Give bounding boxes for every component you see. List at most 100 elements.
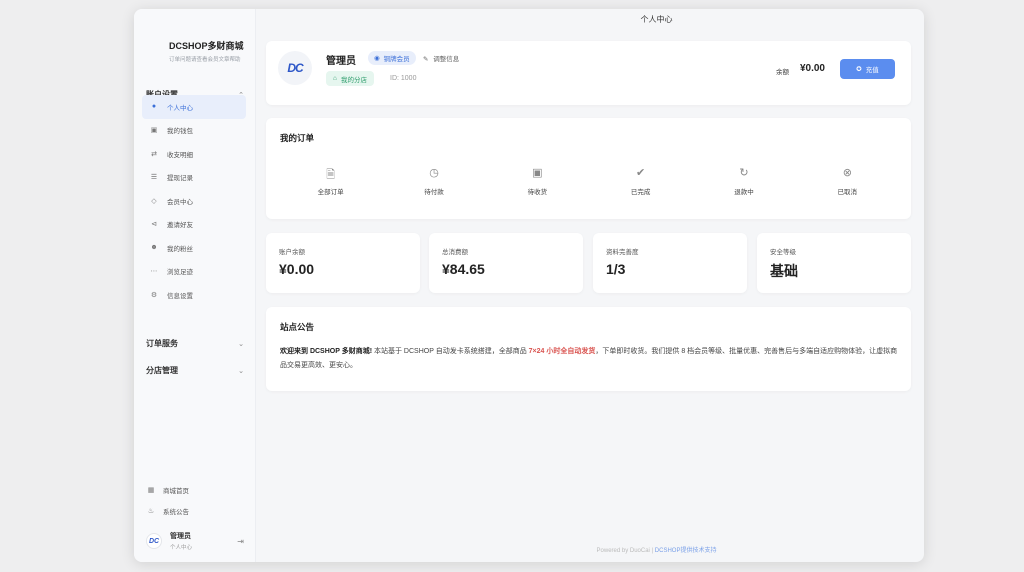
app-window: 个人中心 DCSHOP多财商城 订单问题请查看会员文章帮助 账户设置 ⌃ ● 个… [134, 9, 924, 562]
orders-card: 我的订单 🗎 全部订单 ◷ 待付款 ▣ 待收货 ✔ 已完成 ↻ 退款中 ⊗ 已取… [266, 118, 911, 219]
notice-title: 站点公告 [280, 322, 315, 332]
footprint-icon: ⋯ [150, 268, 158, 276]
stat-card-profile-completion: 资料完善度 1/3 [593, 233, 747, 293]
refresh-icon: ↻ [739, 167, 749, 179]
chevron-down-icon: ⌄ [238, 340, 244, 348]
order-cancelled[interactable]: ⊗ 已取消 [796, 166, 899, 196]
document-icon: 🗎 [326, 169, 336, 181]
sidebar-item-settings[interactable]: ⚙ 信息设置 [142, 283, 246, 307]
order-all[interactable]: 🗎 全部订单 [279, 166, 382, 196]
stat-card-security-level: 安全等级 基础 [757, 233, 911, 293]
profile-name: 管理员 [326, 56, 356, 67]
brand[interactable]: DCSHOP多财商城 订单问题请查看会员文章帮助 [169, 39, 244, 63]
stat-value: 1/3 [606, 261, 626, 277]
order-status-list: 🗎 全部订单 ◷ 待付款 ▣ 待收货 ✔ 已完成 ↻ 退款中 ⊗ 已取消 [279, 166, 899, 196]
sidebar-item-label: 浏览足迹 [167, 269, 193, 277]
list-icon: ☰ [150, 174, 158, 182]
sidebar-item-label: 会员中心 [167, 198, 193, 206]
cancel-circle-icon: ⊗ [842, 167, 852, 179]
brand-name: DCSHOP多财商城 [169, 41, 244, 51]
notice-lead: 欢迎来到 DCSHOP 多财商城! [280, 348, 373, 355]
wallet-icon: ▣ [150, 127, 158, 135]
sidebar-item-label: 我的钱包 [167, 128, 193, 136]
order-pending-payment-label: 待付款 [424, 189, 444, 196]
sidebar-item-membership[interactable]: ◇ 会员中心 [142, 189, 246, 213]
balance-value: ¥0.00 [799, 63, 825, 74]
home-icon: ⌂ [333, 75, 337, 82]
footer-link[interactable]: DCSHOP提供技术支持 [655, 548, 717, 554]
account-menu: ● 个人中心 ▣ 我的钱包 ⇄ 收支明细 ☰ 提现记录 ◇ 会员中心 ⊲ 邀请好… [142, 95, 246, 307]
store-home-link[interactable]: ▦ 商城首页 [146, 479, 189, 500]
my-store-label: 我的分店 [340, 76, 367, 84]
order-refunding[interactable]: ↻ 退款中 [692, 166, 795, 196]
stat-value: ¥0.00 [279, 261, 315, 277]
check-circle-icon: ✔ [636, 167, 646, 179]
footer-powered: Powered by DuoCai | [596, 548, 655, 554]
sidebar-item-profile[interactable]: ● 个人中心 [142, 95, 246, 119]
recharge-button[interactable]: ✪ 充值 [840, 59, 895, 79]
notice-text-1: 本站基于 DCSHOP 自动发卡系统搭建，全部商品 [372, 348, 529, 355]
order-pending-payment[interactable]: ◷ 待付款 [382, 166, 485, 196]
orders-title: 我的订单 [280, 133, 315, 143]
sidebar-item-withdrawals[interactable]: ☰ 提现记录 [142, 166, 246, 190]
site-notice-card: 站点公告 欢迎来到 DCSHOP 多财商城! 本站基于 DCSHOP 自动发卡系… [266, 307, 911, 391]
page-footer: Powered by DuoCai | DCSHOP提供技术支持 [389, 545, 924, 554]
sidebar-item-label: 信息设置 [167, 292, 193, 300]
section-branch-management[interactable]: 分店管理 ⌄ [146, 365, 244, 376]
sidebar-item-label: 提现记录 [167, 175, 193, 183]
vip-badge[interactable]: ◉ 铜牌会员 [368, 51, 416, 65]
avatar: DC [278, 51, 312, 85]
order-pending-receipt[interactable]: ▣ 待收货 [486, 166, 589, 196]
logout-icon[interactable]: ⇥ [237, 537, 244, 546]
balance-label: 余额 [776, 69, 789, 76]
recharge-icon: ✪ [856, 66, 862, 73]
system-notice-label: 系统公告 [163, 508, 189, 516]
notice-body: 欢迎来到 DCSHOP 多财商城! 本站基于 DCSHOP 自动发卡系统搭建，全… [280, 345, 898, 373]
stat-label: 账户余额 [279, 249, 305, 256]
sidebar-user-sub: 个人中心 [170, 545, 193, 551]
window-title: 个人中心 [640, 15, 673, 24]
stat-label: 安全等级 [770, 249, 796, 256]
profile-card: DC 管理员 ◉ 铜牌会员 ✎ 调整信息 ⌂ 我的分店 ID: 1000 余额 … [266, 41, 911, 105]
my-store-badge[interactable]: ⌂ 我的分店 [326, 71, 374, 86]
brand-subtitle: 订单问题请查看会员文章帮助 [169, 57, 241, 63]
notice-highlight: 7×24 小时全自动发货 [528, 348, 596, 355]
sidebar-item-transactions[interactable]: ⇄ 收支明细 [142, 142, 246, 166]
sidebar-user-name: 管理员 [170, 533, 191, 540]
vip-label: 铜牌会员 [383, 56, 410, 63]
order-pending-receipt-label: 待收货 [527, 189, 548, 196]
stat-label: 资料完善度 [606, 249, 639, 256]
sidebar-bottom-links: ▦ 商城首页 ♨ 系统公告 [146, 479, 189, 521]
order-all-label: 全部订单 [317, 189, 344, 196]
edit-profile-link[interactable]: ✎ 调整信息 [423, 53, 459, 63]
section-branch-label: 分店管理 [146, 366, 178, 375]
section-orders-label: 订单服务 [146, 339, 178, 348]
sidebar-item-history[interactable]: ⋯ 浏览足迹 [142, 260, 246, 284]
sidebar-item-label: 邀请好友 [167, 222, 193, 230]
store-home-label: 商城首页 [163, 487, 189, 495]
system-notice-link[interactable]: ♨ 系统公告 [146, 500, 189, 521]
section-order-services[interactable]: 订单服务 ⌄ [146, 338, 244, 349]
box-icon: ▣ [532, 167, 543, 179]
vip-icon: ◉ [374, 55, 380, 62]
diamond-icon: ◇ [151, 197, 157, 205]
clock-icon: ◷ [429, 167, 439, 179]
sidebar-item-invite[interactable]: ⊲ 邀请好友 [142, 213, 246, 237]
store-icon: ▦ [147, 486, 155, 494]
users-icon: ☻ [150, 244, 158, 252]
sidebar-item-fans[interactable]: ☻ 我的粉丝 [142, 236, 246, 260]
share-icon: ⊲ [151, 221, 157, 229]
sidebar-item-wallet[interactable]: ▣ 我的钱包 [142, 119, 246, 143]
bell-icon: ♨ [147, 507, 155, 515]
pencil-icon: ✎ [423, 56, 429, 63]
order-completed-label: 已完成 [630, 189, 651, 196]
gear-icon: ⚙ [150, 291, 158, 299]
sidebar-item-label: 个人中心 [167, 104, 193, 112]
sidebar-user[interactable]: DC 管理员 个人中心 ⇥ [146, 531, 244, 551]
order-completed[interactable]: ✔ 已完成 [589, 166, 692, 196]
stat-card-spending: 总消费额 ¥84.65 [429, 233, 583, 293]
stat-card-balance: 账户余额 ¥0.00 [266, 233, 420, 293]
user-icon: ● [151, 103, 157, 111]
exchange-icon: ⇄ [151, 150, 157, 158]
sidebar-item-label: 收支明细 [167, 151, 193, 159]
